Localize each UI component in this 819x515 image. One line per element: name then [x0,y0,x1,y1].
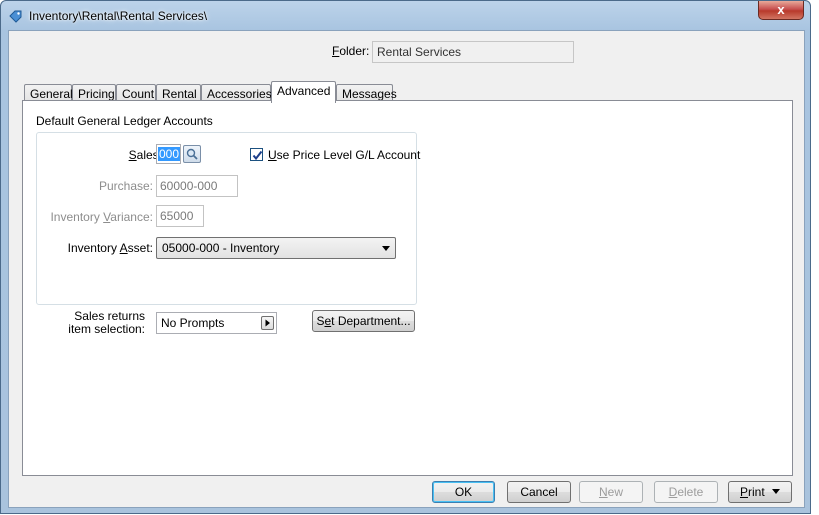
group-title: Default General Ledger Accounts [36,114,213,128]
inventory-variance-field: 65000 [156,205,204,227]
inventory-asset-label: Inventory Asset: [67,241,153,255]
close-button[interactable]: x [758,1,804,20]
client-area: Folder: Rental Services General Pricing … [8,30,805,508]
delete-button[interactable]: Delete [654,481,718,503]
sales-label: Sales: [128,148,162,162]
ok-button[interactable]: OK [432,481,495,503]
purchase-field: 60000-000 [156,175,238,197]
chevron-down-icon [382,246,390,251]
advanced-panel: Default General Ledger Accounts Sales: 0… [22,100,793,476]
purchase-label: Purchase: [98,179,153,193]
checkmark-icon [252,150,263,161]
sales-field[interactable]: 000 [156,144,181,164]
folder-label: Folder: [332,44,370,58]
folder-field: Rental Services [372,41,574,63]
sales-returns-expand-button[interactable] [261,316,274,330]
use-price-level-label[interactable]: Use Price Level G/L Account [268,148,420,162]
sales-returns-label-2: item selection: [68,322,145,336]
new-button[interactable]: New [579,481,643,503]
triangle-right-icon [265,319,270,327]
print-button[interactable]: Print [728,481,792,503]
use-price-level-checkbox[interactable] [250,148,263,161]
chevron-down-icon [772,489,781,494]
tab-advanced[interactable]: Advanced [271,81,336,103]
magnifier-icon [186,148,198,160]
sales-returns-field[interactable]: No Prompts [156,312,277,334]
set-department-button[interactable]: Set Department... [312,310,415,332]
sales-returns-label-1: Sales returns [74,309,145,323]
inventory-variance-label: Inventory Variance: [50,210,153,224]
inventory-asset-dropdown[interactable]: 05000-000 - Inventory [156,237,396,259]
title-bar[interactable]: Inventory\Rental\Rental Services\ x [1,1,810,29]
close-icon: x [777,2,785,17]
cancel-button[interactable]: Cancel [507,481,571,503]
window-title: Inventory\Rental\Rental Services\ [29,9,208,23]
sales-lookup-button[interactable] [183,145,201,163]
tag-icon [9,9,23,23]
main-window: Inventory\Rental\Rental Services\ x Fold… [0,0,811,514]
